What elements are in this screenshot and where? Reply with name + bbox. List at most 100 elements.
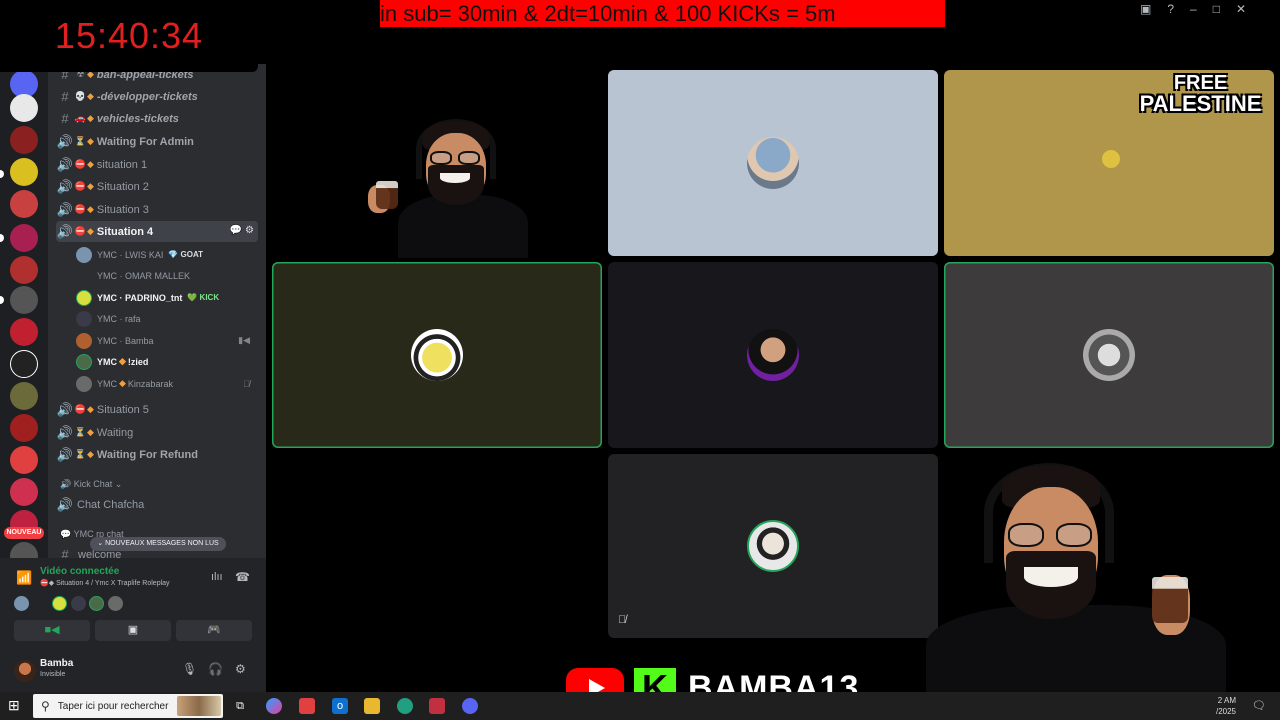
speaker-icon: 🔊 [56, 223, 74, 239]
user-name[interactable]: Bamba [40, 658, 73, 669]
member-prefix: YMC [97, 335, 117, 346]
signal-icon[interactable]: 📶 [16, 570, 32, 586]
channel-name: -développer-tickets [96, 90, 198, 103]
notification-icon[interactable]: 🗨 [1252, 699, 1266, 712]
server-icon[interactable] [10, 224, 38, 252]
activity-button[interactable]: 🎮 [176, 620, 252, 641]
video-tile[interactable] [608, 262, 938, 448]
channel-item[interactable]: 🔊 ⏳ ◆ Waiting [56, 422, 258, 443]
participant-avatar[interactable] [108, 596, 123, 611]
category-header[interactable]: 🔊 Kick Chat ⌄ [60, 479, 122, 490]
server-icon[interactable] [10, 350, 38, 378]
channel-emoji: ⏳ [74, 136, 87, 146]
muted-icon: 🎙̸ [618, 614, 627, 626]
new-badge[interactable]: NOUVEAU [4, 527, 44, 539]
voice-member[interactable]: YMC · Bamba ▮◀ [76, 330, 256, 351]
server-icon[interactable] [10, 382, 38, 410]
copilot-icon[interactable] [266, 698, 282, 714]
help-icon[interactable]: ? [1167, 2, 1174, 20]
diamond-icon: ◆ [87, 181, 94, 191]
channel-item-active[interactable]: 🔊 ⛔ ◆ Situation 4 💬 ⚙ [56, 221, 258, 242]
gear-icon[interactable]: ⚙ [245, 225, 254, 236]
voice-member[interactable]: YMC ◆ !zied [76, 351, 256, 372]
edge-icon[interactable] [397, 698, 413, 714]
voice-member[interactable]: YMC · LWIS KAI 💎 GOAT [76, 244, 256, 265]
disconnect-icon[interactable]: ☎ [235, 570, 250, 584]
voice-location[interactable]: ⛔◆ Situation 4 / Ymc X Traplife Roleplay [40, 579, 170, 587]
server-icon[interactable] [10, 126, 38, 154]
voice-member[interactable]: YMC · OMAR MALLEK [76, 265, 256, 286]
server-icon[interactable] [10, 94, 38, 122]
member-name: PADRINO_tnt [125, 292, 183, 303]
file-explorer-icon[interactable] [364, 698, 380, 714]
participant-avatar[interactable] [14, 596, 29, 611]
taskbar-clock[interactable]: 2 AM/2025 [1210, 695, 1236, 717]
obs-app-icon[interactable] [429, 698, 445, 714]
unread-messages-pill[interactable]: ⌄ NOUVEAUX MESSAGES NON LUS [90, 537, 226, 551]
avatar [76, 310, 92, 327]
participant-avatar[interactable] [89, 596, 104, 611]
channel-item[interactable]: 🔊 ⛔ ◆ Situation 5 [56, 399, 258, 420]
inbox-icon[interactable]: ▣ [1140, 2, 1151, 20]
channel-item[interactable]: 🔊 ⏳ ◆ Waiting For Admin [56, 131, 258, 152]
headphones-icon[interactable]: 🎧 [208, 662, 223, 676]
channel-item[interactable]: 🔊 ⏳ ◆ Waiting For Refund [56, 444, 258, 465]
voice-member[interactable]: YMC · PADRINO_tnt 💚 KICK [76, 287, 256, 308]
taskbar-search[interactable]: ⚲ Taper ici pour rechercher [33, 694, 223, 718]
server-icon[interactable] [10, 190, 38, 218]
channel-item[interactable]: 🔊 ⛔ ◆ Situation 2 [56, 176, 258, 197]
noise-suppression-icon[interactable]: ılıı [211, 571, 223, 583]
video-tile[interactable]: 🎙̸ [608, 454, 938, 638]
video-tile-speaking[interactable] [272, 262, 602, 448]
camera-icon: ■◀ [44, 624, 60, 636]
diamond-icon: ◆ [87, 136, 94, 146]
video-tile[interactable] [608, 70, 938, 256]
task-view-icon[interactable]: ⧉ [232, 698, 248, 714]
channel-item[interactable]: 🔊 ⛔ ◆ situation 1 [56, 154, 258, 175]
avatar [76, 375, 92, 392]
diamond-icon: ◆ [87, 449, 94, 459]
gamepad-icon: 🎮 [207, 624, 221, 636]
member-prefix: YMC [97, 378, 117, 389]
participant-avatar[interactable] [52, 596, 67, 611]
channel-item[interactable]: # 🚗 ◆ vehicles-tickets [56, 108, 258, 129]
diamond-icon: ⛔◆ [40, 580, 55, 587]
participant-avatar [747, 329, 799, 381]
webcam-overlay-left [360, 115, 542, 258]
participant-avatar[interactable] [33, 596, 43, 611]
channel-item[interactable]: 🔊 ⛔ ◆ Situation 3 [56, 199, 258, 220]
server-icon[interactable] [10, 414, 38, 442]
channel-name: Waiting For Admin [96, 135, 194, 148]
gear-icon[interactable]: ⚙ [235, 662, 246, 676]
microphone-icon[interactable]: 🎙 [182, 662, 197, 676]
camera-button[interactable]: ■◀ [14, 620, 90, 641]
server-icon[interactable] [10, 446, 38, 474]
ticker-text: in sub= 30min & 2dt=10min & 100 KICKs = … [380, 1, 836, 26]
user-panel: Bamba Invisible 🎙 🎧 ⚙ [0, 652, 266, 692]
participant-avatar[interactable] [71, 596, 86, 611]
member-prefix: YMC [97, 270, 117, 281]
channel-item[interactable]: # 💀 ◆ -développer-tickets [56, 86, 258, 107]
discord-app-icon[interactable] [462, 698, 478, 714]
voice-status[interactable]: Vidéo connectée [40, 566, 119, 577]
muted-icon: 🎙̸ [243, 378, 250, 389]
maximize-icon[interactable]: □ [1213, 2, 1220, 20]
voice-member[interactable]: YMC ◆ Kinzabarak 🎙̸ [76, 373, 256, 394]
overlay-line: PALESTINE [1139, 91, 1262, 116]
screen-share-button[interactable]: ▣ [95, 620, 171, 641]
close-icon[interactable]: ✕ [1236, 2, 1246, 20]
voice-member[interactable]: YMC · rafa [76, 308, 256, 329]
server-icon[interactable] [10, 256, 38, 284]
outlook-icon[interactable]: o [332, 698, 348, 714]
avatar[interactable] [14, 660, 36, 682]
windows-start-icon[interactable]: ⊞ [8, 697, 20, 714]
chat-bubble-icon[interactable]: 💬 [230, 225, 242, 236]
store-icon[interactable] [299, 698, 315, 714]
server-icon[interactable] [10, 158, 38, 186]
server-icon[interactable] [10, 478, 38, 506]
channel-item[interactable]: 🔊 Chat Chafcha [56, 494, 258, 515]
server-icon[interactable] [10, 286, 38, 314]
minimize-icon[interactable]: – [1190, 2, 1197, 20]
video-tile-speaking[interactable] [944, 262, 1274, 448]
server-icon[interactable] [10, 318, 38, 346]
